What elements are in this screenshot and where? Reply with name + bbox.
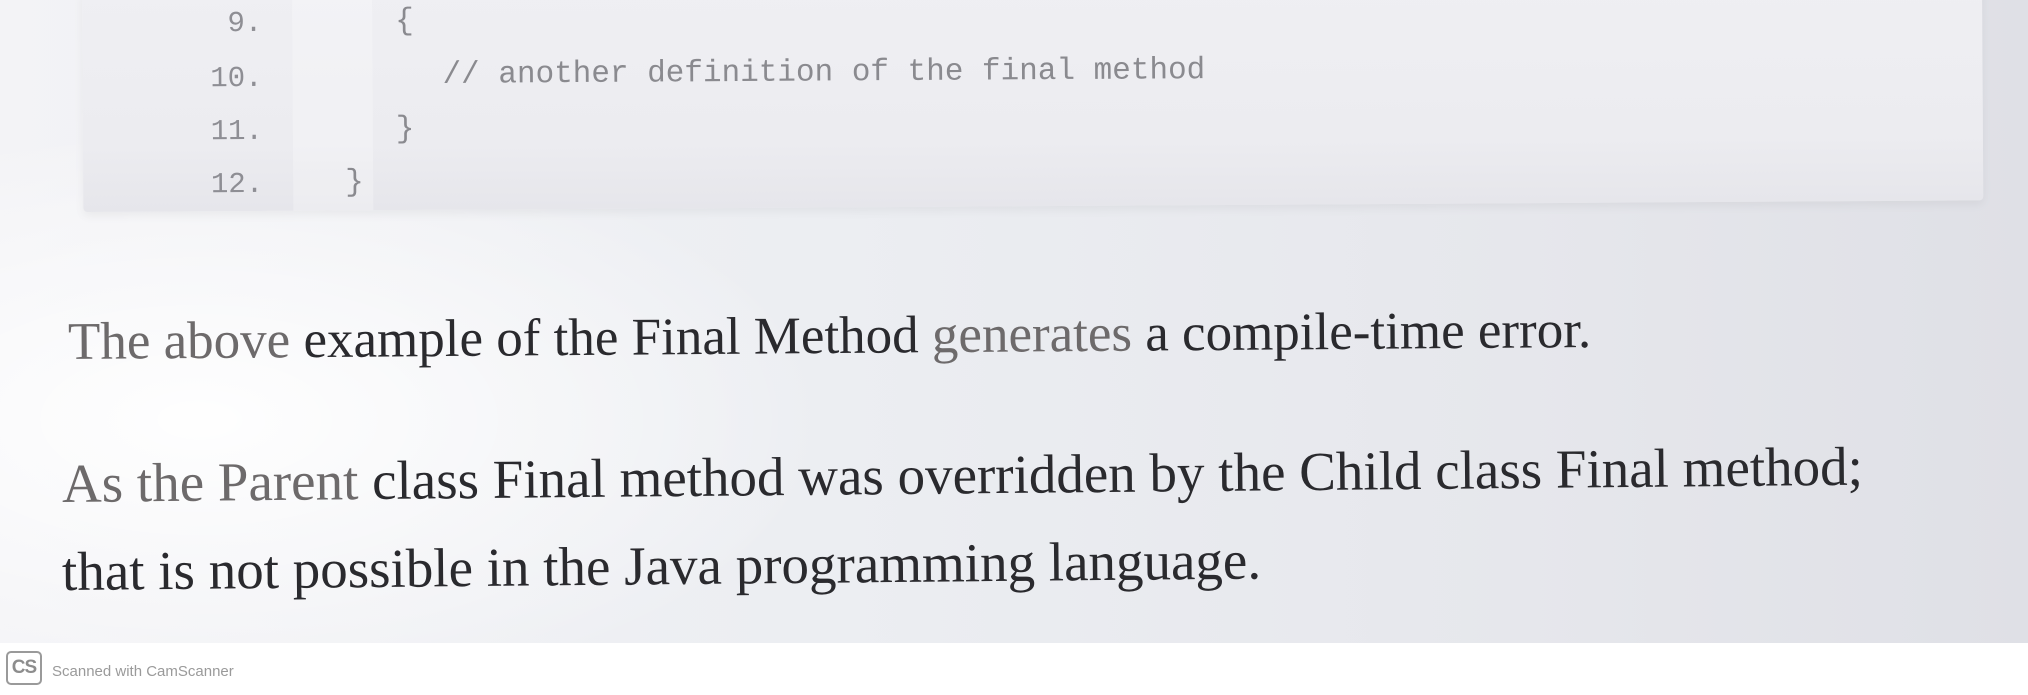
paragraph-text: class Final method was overridden by the… (358, 435, 1864, 512)
paragraph-text: a compile-time error. (1131, 301, 1592, 363)
scanner-watermark-text: Scanned with CamScanner (52, 663, 234, 680)
line-number: 12. (210, 167, 264, 202)
code-line: } (345, 165, 364, 201)
code-block: 9. { 10. // another definition of the fi… (82, 0, 1984, 212)
code-line: { (395, 3, 414, 40)
paragraph-text-faded: generates (931, 304, 1133, 365)
line-number: 10. (210, 61, 263, 96)
scanner-footer: CS Scanned with CamScanner (0, 643, 2028, 695)
paragraph-text: example of the Final Method (289, 306, 933, 370)
paragraph-text-faded: As the Parent (61, 450, 359, 514)
paragraph-override-line-2: that is not possible in the Java program… (62, 528, 1262, 603)
paragraph-override-line-1: As the Parent class Final method was ove… (62, 435, 1863, 515)
scanned-page: 9. { 10. // another definition of the fi… (0, 0, 2028, 643)
camscanner-logo-icon: CS (6, 651, 42, 685)
line-number: 11. (210, 114, 263, 149)
paragraph-text: that is not possible in the Java program… (61, 529, 1262, 602)
code-line: // another definition of the final metho… (442, 53, 1206, 93)
code-line: } (395, 111, 415, 148)
line-number: 9. (227, 6, 263, 41)
paragraph-text-faded: The above (67, 311, 291, 371)
paragraph-compile-error: The above example of the Final Method ge… (68, 300, 1592, 372)
